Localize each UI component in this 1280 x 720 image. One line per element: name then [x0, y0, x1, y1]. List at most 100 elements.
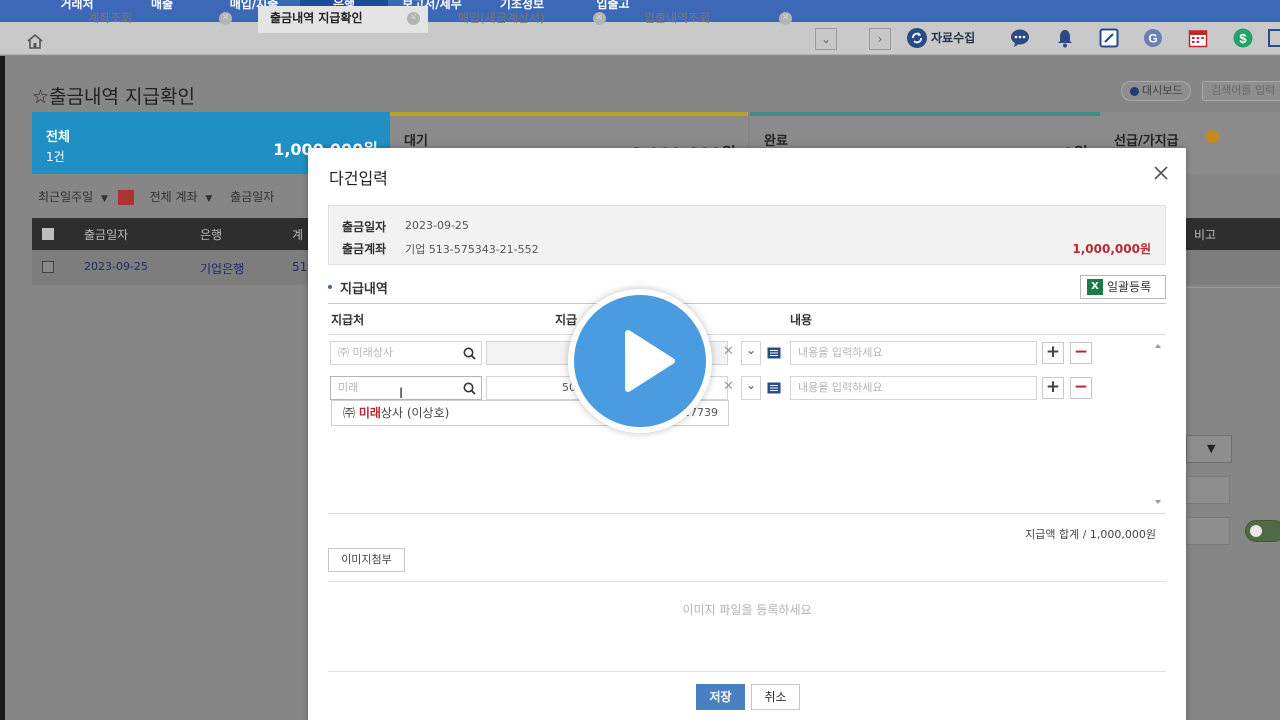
excel-icon: X	[1087, 279, 1103, 295]
clear-icon[interactable]: ✕	[723, 379, 734, 394]
payee-input-active[interactable]: 미래	[330, 376, 482, 400]
plus-icon: +	[1045, 377, 1061, 397]
account-select-button[interactable]: ⌄	[741, 341, 761, 365]
sync-icon	[907, 27, 927, 48]
tab-close-icon[interactable]: ✕	[593, 12, 606, 25]
tab-next-button[interactable]: ›	[869, 28, 891, 50]
tab-account-inquiry[interactable]: 계좌조회 ✕	[72, 6, 240, 33]
row-bank: 기업은행	[200, 262, 245, 276]
info-icon	[1206, 130, 1219, 143]
dollar-icon[interactable]: $	[1233, 28, 1253, 48]
select-all-checkbox[interactable]	[42, 228, 54, 240]
bell-icon[interactable]	[1055, 28, 1075, 48]
tab-label: 출금내역 지급확인	[270, 11, 363, 25]
home-icon[interactable]	[26, 33, 44, 49]
grid-header-right: 비고	[1186, 218, 1280, 250]
clear-icon[interactable]: ✕	[723, 344, 734, 359]
right-input[interactable]	[1186, 476, 1230, 504]
account-value: 기업 513-575343-21-552	[405, 243, 539, 256]
search-icon[interactable]	[463, 382, 476, 395]
cancel-button[interactable]: 취소	[751, 684, 800, 710]
calendar-icon[interactable]	[117, 190, 134, 205]
tab-withdrawal-confirm[interactable]: 출금내역 지급확인 ✕	[258, 6, 428, 33]
divider	[328, 581, 1166, 582]
tab-purchase-invoice[interactable]: 매입(세금계산서) ✕	[446, 6, 614, 33]
period-select[interactable]: 최근일주일	[38, 190, 93, 204]
page-title: ☆출금내역 지급확인	[32, 86, 195, 108]
left-edge-strip	[0, 56, 5, 720]
col-header-account: 계	[292, 228, 304, 242]
divider	[328, 334, 1166, 335]
memo-icon[interactable]	[1099, 28, 1119, 48]
col-header-amount: 지급	[555, 313, 578, 327]
summary-label: 완료	[764, 134, 788, 149]
plus-icon: +	[1045, 342, 1061, 362]
grid-icon[interactable]	[1268, 28, 1280, 48]
account-label: 출금계좌	[342, 242, 387, 256]
summary-label: 선급/가지급	[1114, 134, 1179, 149]
col-header-content: 내용	[790, 313, 813, 327]
caret-down-icon: ▼	[101, 194, 108, 204]
attach-image-button[interactable]: 이미지첨부	[328, 548, 405, 572]
sync-button[interactable]: 자료수집	[907, 27, 975, 49]
row-account: 51	[292, 260, 308, 274]
row-checkbox[interactable]	[42, 261, 54, 273]
save-button[interactable]: 저장	[696, 684, 745, 710]
bulk-register-button[interactable]: X 일괄등록	[1080, 275, 1166, 299]
search-icon[interactable]	[463, 347, 476, 360]
divider	[328, 513, 1166, 514]
tab-close-icon[interactable]: ✕	[407, 12, 420, 25]
play-button[interactable]	[568, 289, 712, 433]
date-type-label: 출금일자	[230, 190, 275, 204]
toggle-switch[interactable]	[1245, 520, 1280, 542]
add-row-button[interactable]: +	[1042, 377, 1064, 399]
content-input[interactable]: 내용을 입력하세요	[790, 376, 1037, 400]
divider	[328, 671, 1166, 672]
list-icon[interactable]	[767, 382, 781, 394]
col-header-note: 비고	[1194, 228, 1217, 242]
scrollbar[interactable]	[1150, 338, 1166, 510]
right-input[interactable]	[1186, 517, 1230, 545]
remove-row-button[interactable]: −	[1070, 342, 1092, 364]
chevron-right-icon: ›	[877, 32, 883, 46]
row-date: 2023-09-25	[84, 260, 148, 273]
close-icon[interactable]	[1152, 164, 1170, 182]
filter-bar: 최근일주일 ▼ 전체 계좌 ▼ 출금일자	[38, 188, 274, 205]
page-search-input[interactable]: 검색어를 입력	[1202, 81, 1280, 101]
date-value: 2023-09-25	[405, 219, 469, 232]
svg-text:$: $	[1239, 31, 1247, 46]
g-icon[interactable]: G	[1143, 28, 1163, 48]
date-label: 출금일자	[342, 220, 387, 234]
tab-close-icon[interactable]: ✕	[779, 12, 792, 25]
remove-row-button[interactable]: −	[1070, 377, 1092, 399]
bullet-icon	[328, 284, 332, 289]
right-select[interactable]: ▼	[1186, 435, 1232, 463]
payee-input[interactable]: ㈜ 미래상사	[330, 341, 482, 365]
minus-icon: −	[1073, 377, 1089, 397]
list-icon[interactable]	[767, 347, 781, 359]
content-input[interactable]: 내용을 입력하세요	[790, 341, 1037, 365]
multi-entry-modal: 다건입력 출금일자 2023-09-25 출금계좌 기업 513-575343-…	[308, 148, 1186, 720]
chat-icon[interactable]	[1010, 28, 1030, 48]
col-header-bank: 은행	[200, 228, 223, 242]
divider	[328, 303, 1166, 304]
account-select-button[interactable]: ⌄	[741, 376, 761, 400]
tab-transactions[interactable]: 입출내역조회 ✕	[632, 6, 800, 33]
summary-label: 대기	[404, 134, 428, 149]
tab-close-icon[interactable]: ✕	[219, 12, 232, 25]
star-icon[interactable]: ☆	[32, 86, 49, 108]
account-select[interactable]: 전체 계좌	[150, 190, 198, 204]
summary-count: 1건	[46, 150, 65, 164]
calendar-icon[interactable]	[1188, 28, 1208, 48]
chevron-down-icon: ⌄	[746, 378, 757, 392]
dashboard-button[interactable]: 대시보드	[1121, 81, 1192, 101]
section-title: 지급내역	[328, 278, 388, 297]
table-row[interactable]: 2023-09-25 기업은행 51	[32, 250, 310, 285]
add-row-button[interactable]: +	[1042, 342, 1064, 364]
chevron-down-icon: ⌄	[820, 32, 832, 46]
chevron-down-icon: ⌄	[746, 343, 757, 357]
payment-total: 지급액 합계 / 1,000,000원	[1025, 528, 1156, 541]
modal-title: 다건입력	[329, 169, 388, 188]
tab-list-dropdown-button[interactable]: ⌄	[815, 28, 837, 50]
withdrawal-amount: 1,000,000원	[1072, 242, 1151, 256]
